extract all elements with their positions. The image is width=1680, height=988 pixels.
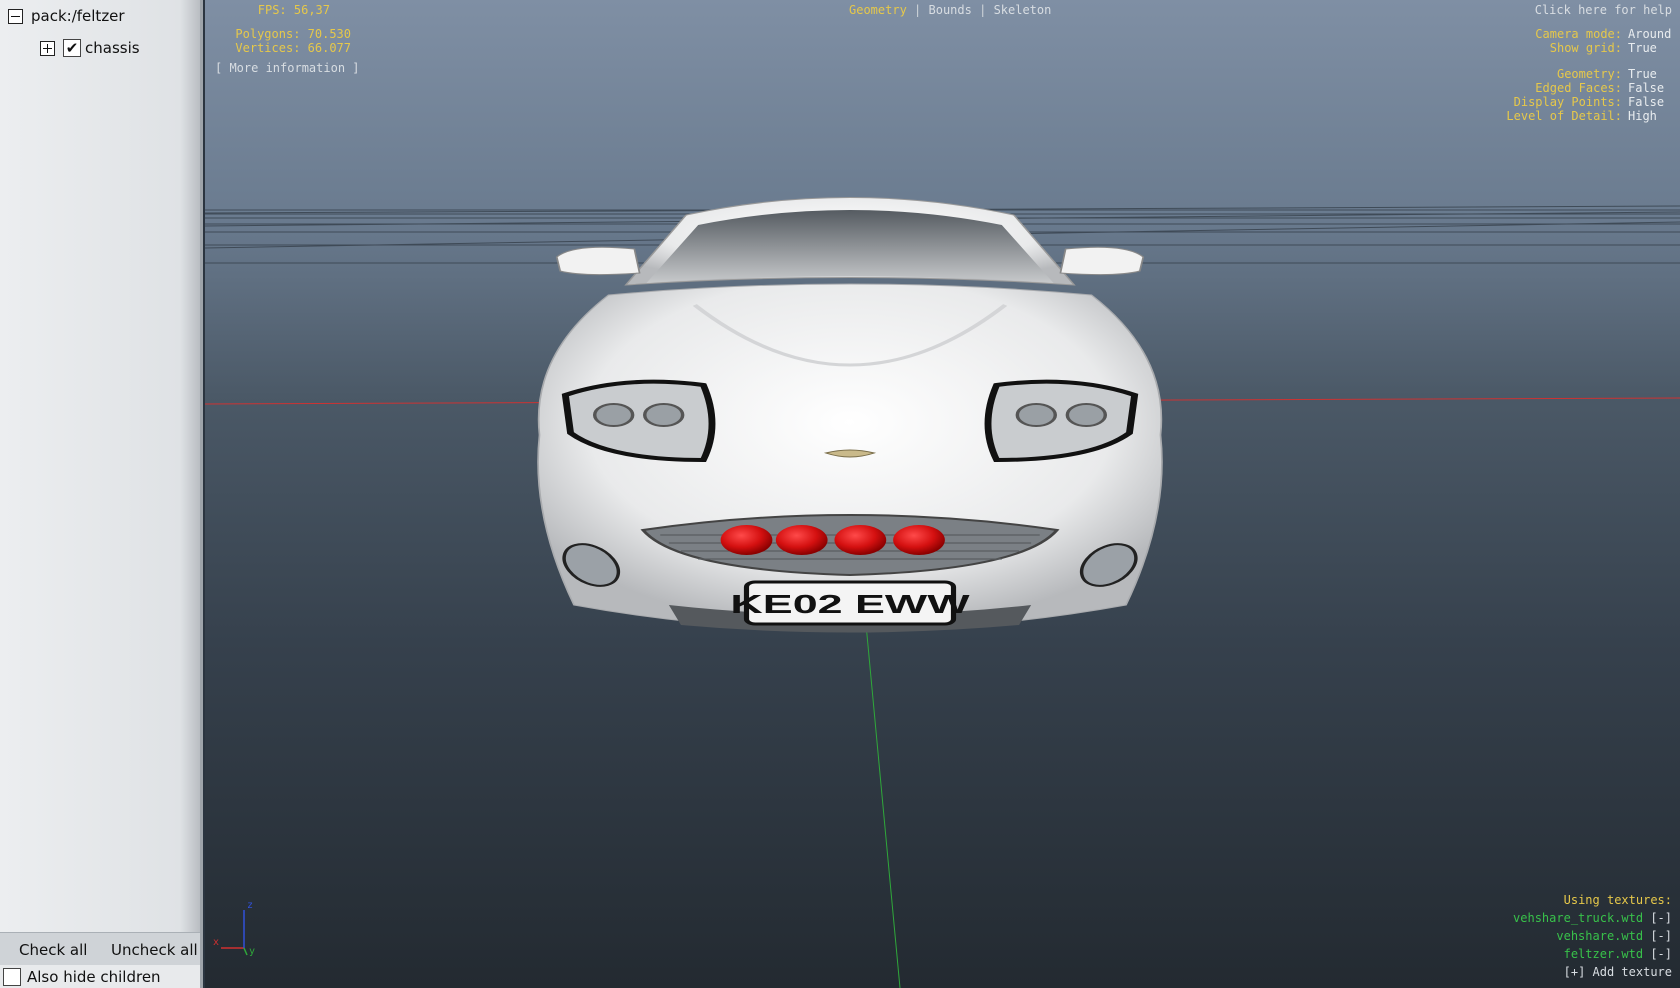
level-of-detail-value: High [1628, 109, 1657, 123]
chassis-visibility-checkbox[interactable]: ✔ [63, 39, 81, 57]
axis-gizmo: x z y [213, 900, 255, 957]
edged-faces-value: False [1628, 81, 1665, 95]
texture-name: vehshare_truck.wtd [1513, 911, 1644, 925]
also-hide-children-option[interactable]: Also hide children [0, 965, 200, 988]
geometry-key: Geometry: [1556, 67, 1622, 81]
tree-node-root-label: pack:/feltzer [31, 7, 125, 25]
uncheck-all-button[interactable]: Uncheck all [111, 941, 198, 959]
add-texture-button[interactable]: [+] Add texture [1513, 963, 1672, 981]
level-of-detail-key: Level of Detail: [1506, 109, 1622, 123]
marker-1 [720, 525, 773, 555]
axis-z-label: z [247, 900, 253, 911]
texture-name: feltzer.wtd [1563, 947, 1644, 961]
marker-2 [775, 525, 828, 555]
using-textures-label: Using textures: [1563, 893, 1672, 907]
display-points-key: Display Points: [1513, 95, 1622, 109]
geometry-setting[interactable]: Geometry: True [1506, 67, 1672, 81]
tree-node-root[interactable]: pack:/feltzer [8, 3, 125, 29]
license-plate-text: KE02 EWW [730, 590, 970, 619]
camera-mode-key: Camera mode: [1535, 27, 1622, 41]
camera-mode-value: Around [1628, 27, 1672, 41]
texture-item: vehshare_truck.wtd [-] [1513, 909, 1672, 927]
tree-node-chassis[interactable]: ✔ chassis [40, 35, 140, 61]
axis-y-label: y [249, 946, 255, 957]
polygons-readout: Polygons: 70.530 [235, 27, 351, 41]
geometry-value: True [1628, 67, 1657, 81]
tab-bounds[interactable]: Bounds [929, 3, 972, 17]
also-hide-children-label: Also hide children [27, 968, 161, 986]
display-points-setting[interactable]: Display Points: False [1506, 95, 1672, 109]
tab-skeleton[interactable]: Skeleton [994, 3, 1052, 17]
tree-footer: Check all Uncheck all Also hide children [0, 932, 200, 988]
show-grid-setting[interactable]: Show grid: True [1506, 41, 1672, 55]
level-of-detail-setting[interactable]: Level of Detail: High [1506, 109, 1672, 123]
show-grid-value: True [1628, 41, 1657, 55]
tab-separator: | [979, 3, 987, 17]
texture-item: vehshare.wtd [-] [1513, 927, 1672, 945]
axis-x-label: x [213, 937, 219, 948]
scene-tree-panel: pack:/feltzer ✔ chassis Check all Unchec… [0, 0, 203, 988]
more-information-link[interactable]: [ More information ] [215, 61, 360, 75]
model-viewport[interactable]: KE02 EWW FPS: 56,37 Polygons: 70.530 Ver… [205, 0, 1680, 988]
remove-texture-button[interactable]: [-] [1650, 929, 1672, 943]
texture-list: Using textures: vehshare_truck.wtd [-] v… [1513, 891, 1672, 981]
view-settings-panel: Camera mode: Around Show grid: True Geomet… [1506, 27, 1672, 123]
marker-3 [834, 525, 887, 555]
remove-texture-button[interactable]: [-] [1650, 911, 1672, 925]
tab-geometry[interactable]: Geometry [849, 3, 907, 17]
edged-faces-key: Edged Faces: [1535, 81, 1622, 95]
help-link[interactable]: Click here for help [1535, 3, 1672, 17]
expand-icon[interactable] [40, 40, 55, 56]
show-grid-key: Show grid: [1549, 41, 1622, 55]
remove-texture-button[interactable]: [-] [1650, 947, 1672, 961]
view-mode-tabs: Geometry | Bounds | Skeleton [849, 3, 1051, 17]
tab-separator: | [914, 3, 922, 17]
also-hide-children-checkbox[interactable] [3, 968, 21, 986]
camera-mode-setting[interactable]: Camera mode: Around [1506, 27, 1672, 41]
vehicle-model: KE02 EWW [537, 197, 1163, 633]
vertices-readout: Vertices: 66.077 [235, 41, 351, 55]
texture-name: vehshare.wtd [1556, 929, 1644, 943]
display-points-value: False [1628, 95, 1665, 109]
fps-readout: FPS: 56,37 [257, 3, 330, 17]
check-all-button[interactable]: Check all [19, 941, 87, 959]
tree-node-chassis-label: chassis [85, 39, 140, 57]
texture-item: feltzer.wtd [-] [1513, 945, 1672, 963]
collapse-icon[interactable] [8, 8, 23, 24]
edged-faces-setting[interactable]: Edged Faces: False [1506, 81, 1672, 95]
marker-4 [893, 525, 945, 555]
